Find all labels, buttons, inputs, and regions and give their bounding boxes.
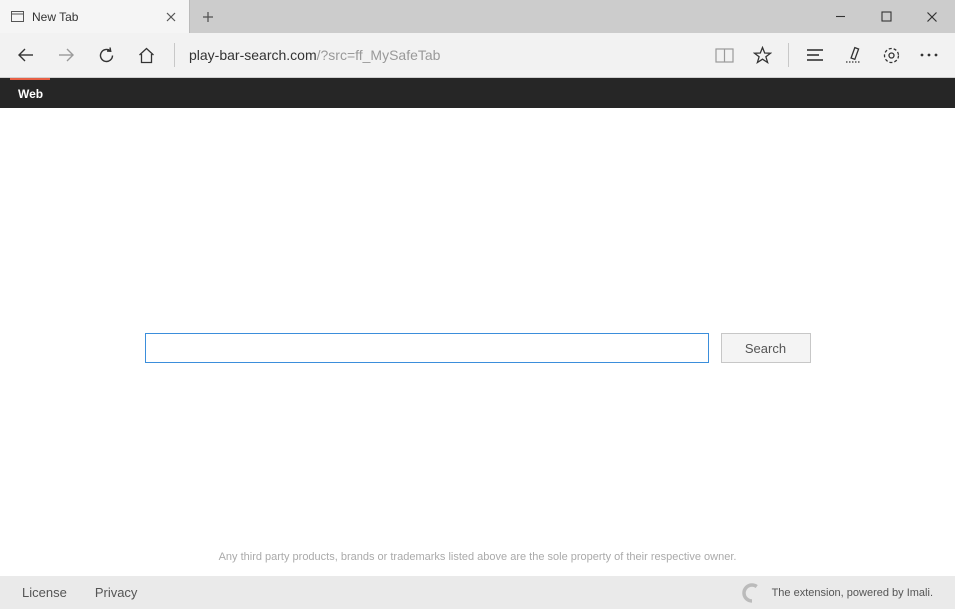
back-button[interactable] xyxy=(8,37,44,73)
share-button[interactable] xyxy=(873,37,909,73)
window-controls xyxy=(817,0,955,33)
browser-toolbar: play-bar-search.com/?src=ff_MySafeTab xyxy=(0,33,955,78)
footer: License Privacy The extension, powered b… xyxy=(0,576,955,609)
browser-tab[interactable]: New Tab xyxy=(0,0,190,33)
spinner-icon xyxy=(742,583,762,603)
search-form: Search xyxy=(145,333,811,363)
accent-bar xyxy=(10,78,50,80)
toolbar-right xyxy=(706,37,947,73)
close-tab-button[interactable] xyxy=(163,9,179,25)
hub-button[interactable] xyxy=(797,37,833,73)
close-window-button[interactable] xyxy=(909,0,955,33)
web-tab[interactable]: Web xyxy=(10,80,51,108)
forward-button[interactable] xyxy=(48,37,84,73)
license-link[interactable]: License xyxy=(22,585,67,600)
separator xyxy=(788,43,789,67)
tab-title: New Tab xyxy=(32,10,78,24)
page-content: Search Any third party products, brands … xyxy=(0,108,955,576)
refresh-button[interactable] xyxy=(88,37,124,73)
search-input[interactable] xyxy=(145,333,709,363)
more-button[interactable] xyxy=(911,37,947,73)
new-tab-button[interactable] xyxy=(190,0,226,33)
privacy-link[interactable]: Privacy xyxy=(95,585,138,600)
disclaimer-text: Any third party products, brands or trad… xyxy=(0,551,955,563)
webnote-button[interactable] xyxy=(835,37,871,73)
page-nav-bar: Web xyxy=(0,78,955,108)
favorite-button[interactable] xyxy=(744,37,780,73)
footer-right: The extension, powered by Imali. xyxy=(742,583,933,603)
page-icon xyxy=(10,11,24,23)
address-bar[interactable]: play-bar-search.com/?src=ff_MySafeTab xyxy=(185,47,702,63)
maximize-button[interactable] xyxy=(863,0,909,33)
url-host: play-bar-search.com xyxy=(189,47,317,63)
minimize-button[interactable] xyxy=(817,0,863,33)
separator xyxy=(174,43,175,67)
search-button[interactable]: Search xyxy=(721,333,811,363)
titlebar: New Tab xyxy=(0,0,955,33)
reading-view-button[interactable] xyxy=(706,37,742,73)
powered-by-text: The extension, powered by Imali. xyxy=(772,587,933,599)
url-path: /?src=ff_MySafeTab xyxy=(317,47,441,63)
home-button[interactable] xyxy=(128,37,164,73)
